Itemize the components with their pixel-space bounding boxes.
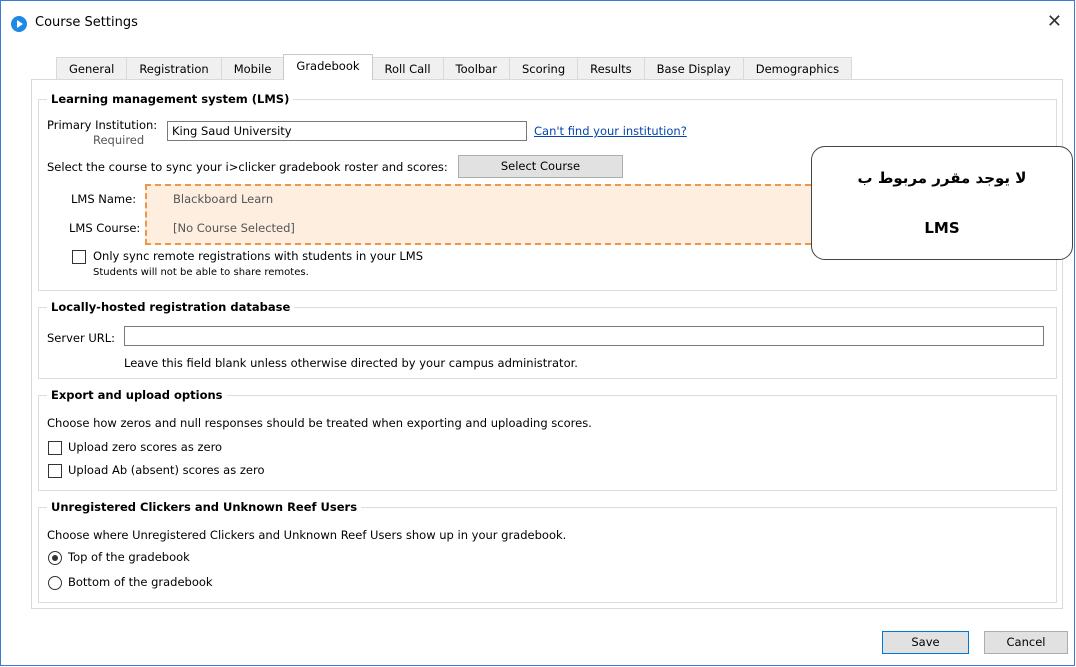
lms-name-value: Blackboard Learn [173,192,274,206]
annotation-line-2: LMS [924,219,960,237]
server-url-label: Server URL: [47,331,116,345]
lms-name-label: LMS Name: [71,192,137,206]
annotation-callout: لا يوجد مقرر مربوط ب LMS [811,146,1073,260]
window-title: Course Settings [35,15,138,30]
unregistered-legend: Unregistered Clickers and Unknown Reef U… [47,500,362,514]
tab-results[interactable]: Results [577,57,645,80]
upload-ab-checkbox[interactable] [48,464,62,478]
tab-base-display[interactable]: Base Display [643,57,744,80]
upload-ab-label: Upload Ab (absent) scores as zero [68,463,265,477]
annotation-line-1: لا يوجد مقرر مربوط ب [857,169,1027,187]
bottom-of-gradebook-label: Bottom of the gradebook [68,575,213,589]
tab-gradebook[interactable]: Gradebook [283,54,373,80]
only-sync-label: Only sync remote registrations with stud… [93,249,424,263]
only-sync-checkbox[interactable] [72,250,86,264]
select-course-button[interactable]: Select Course [458,155,623,178]
tab-scoring[interactable]: Scoring [508,57,579,80]
course-settings-window: Course Settings ✕ General Registration M… [0,0,1075,666]
tab-general[interactable]: General [56,57,128,80]
close-icon[interactable]: ✕ [1047,11,1062,32]
select-course-prompt: Select the course to sync your i>clicker… [47,160,448,174]
server-url-hint: Leave this field blank unless otherwise … [124,356,578,370]
lms-course-value: [No Course Selected] [173,221,295,235]
upload-zero-checkbox[interactable] [48,441,62,455]
tab-strip: General Registration Mobile Gradebook Ro… [56,54,853,80]
primary-institution-label: Primary Institution: [47,118,158,132]
upload-zero-label: Upload zero scores as zero [68,440,223,454]
tab-demographics[interactable]: Demographics [742,57,853,80]
required-label: Required [93,133,145,147]
iclicker-logo-icon [11,16,27,32]
tab-registration[interactable]: Registration [126,57,222,80]
tab-toolbar[interactable]: Toolbar [442,57,510,80]
only-sync-note: Students will not be able to share remot… [93,267,309,278]
cancel-button[interactable]: Cancel [984,631,1068,654]
bottom-of-gradebook-radio[interactable] [48,576,62,590]
lms-course-label: LMS Course: [69,221,141,235]
institution-input[interactable]: King Saud University [167,121,527,141]
local-db-legend: Locally-hosted registration database [47,300,295,314]
title-bar: Course Settings ✕ [1,1,1074,45]
tab-roll-call[interactable]: Roll Call [371,57,444,80]
top-of-gradebook-label: Top of the gradebook [68,550,190,564]
unregistered-description: Choose where Unregistered Clickers and U… [47,528,567,542]
cant-find-institution-link[interactable]: Can't find your institution? [534,124,687,138]
export-description: Choose how zeros and null responses shou… [47,416,592,430]
top-of-gradebook-radio[interactable] [48,551,62,565]
server-url-input[interactable] [124,326,1044,346]
save-button[interactable]: Save [882,631,969,654]
lms-legend: Learning management system (LMS) [47,92,294,106]
export-legend: Export and upload options [47,388,227,402]
tab-mobile[interactable]: Mobile [220,57,285,80]
